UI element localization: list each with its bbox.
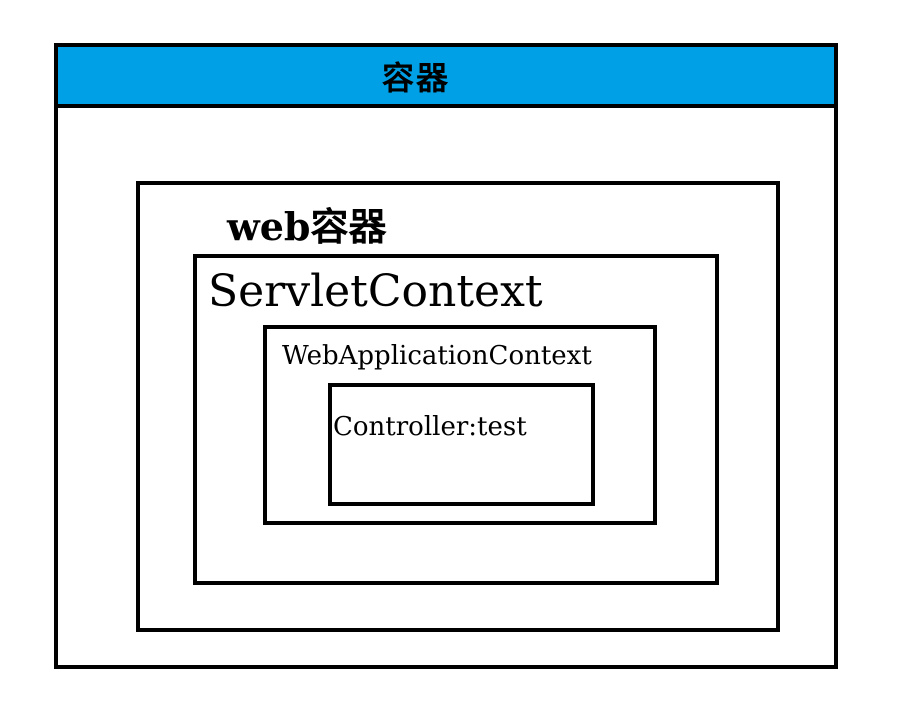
controller-title: Controller:test bbox=[333, 412, 527, 442]
container-header: 容器 bbox=[58, 47, 834, 108]
web-application-context-title: WebApplicationContext bbox=[282, 341, 592, 371]
servlet-context-title: ServletContext bbox=[208, 266, 543, 317]
web-container-title: web容器 bbox=[227, 204, 387, 249]
container-title: 容器 bbox=[381, 58, 450, 97]
